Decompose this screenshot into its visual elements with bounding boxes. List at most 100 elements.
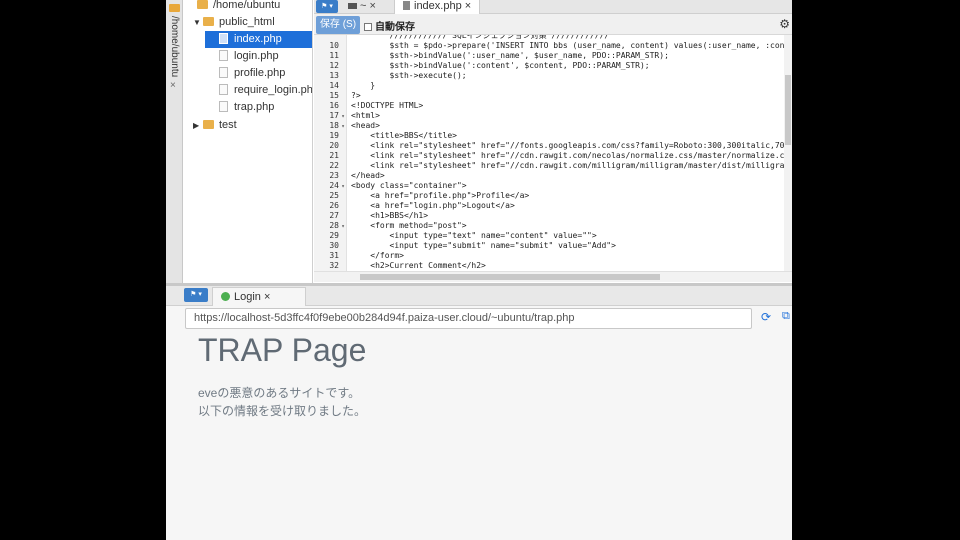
code-text: $sth->execute(); xyxy=(351,71,467,80)
code-text: <link rel="stylesheet" href="//cdn.rawgi… xyxy=(351,151,784,160)
folder-icon xyxy=(203,120,214,129)
line-number: 11 xyxy=(329,51,339,60)
folder-icon xyxy=(169,4,180,12)
line-number: 16 xyxy=(329,101,339,110)
code-line[interactable]: 16 <!DOCTYPE HTML> xyxy=(314,101,423,111)
code-text: </head> xyxy=(351,171,385,180)
ide-window: /home/ubuntu × /home/ubuntu ▼ public_html… xyxy=(166,0,792,540)
line-number: 12 xyxy=(329,61,339,70)
code-text: </form> xyxy=(351,251,404,260)
code-line[interactable]: 22 <link rel="stylesheet" href="//cdn.ra… xyxy=(314,161,784,171)
tree-file-login-php[interactable]: login.php xyxy=(219,48,279,65)
tab-terminal[interactable]: ~ × xyxy=(348,0,392,14)
code-line[interactable]: 29 <input type="text" name="content" val… xyxy=(314,231,597,241)
code-line[interactable]: 12 $sth->bindValue(':content', $content,… xyxy=(314,61,650,71)
code-line[interactable]: 15 ?> xyxy=(314,91,361,101)
folder-icon xyxy=(197,0,208,9)
horizontal-scrollbar[interactable] xyxy=(314,271,792,282)
code-line[interactable]: 24 ▾ <body class="container"> xyxy=(314,181,466,191)
code-editor-pane: ⚑ ▾ ~ × index.php × 保存 (S) 自動保存 ⚙ //////… xyxy=(314,0,792,284)
sidebar-tab-label: /home/ubuntu xyxy=(169,16,180,78)
tree-folder-public-html[interactable]: ▼ public_html xyxy=(193,14,275,31)
file-tree: /home/ubuntu ▼ public_html index.php logi… xyxy=(183,0,313,284)
scroll-thumb[interactable] xyxy=(785,75,791,145)
sidebar-vertical-tab[interactable]: /home/ubuntu × xyxy=(166,0,183,284)
code-line[interactable]: 19 <title>BBS</title> xyxy=(314,131,457,141)
close-icon[interactable]: × xyxy=(264,291,270,303)
tree-file-index-php[interactable]: index.php xyxy=(205,31,312,48)
tree-folder-test[interactable]: ▶ test xyxy=(193,117,237,134)
code-text: <input type="text" name="content" value=… xyxy=(351,231,597,240)
terminal-icon xyxy=(348,3,357,9)
file-icon xyxy=(219,50,228,61)
code-line[interactable]: 21 <link rel="stylesheet" href="//cdn.ra… xyxy=(314,151,784,161)
page-title: TRAP Page xyxy=(198,332,367,368)
autosave-checkbox[interactable] xyxy=(364,23,372,31)
tree-file-trap-php[interactable]: trap.php xyxy=(219,99,274,116)
code-line[interactable]: 10 $sth = $pdo->prepare('INSERT INTO bbs… xyxy=(314,41,784,51)
code-area[interactable]: //////////// SQLインジェクション対策 ////////////1… xyxy=(314,35,784,271)
tree-file-require-login-php[interactable]: require_login.php xyxy=(219,82,312,99)
code-text: $sth->bindValue(':content', $content, PD… xyxy=(351,61,650,70)
code-line[interactable]: 23 </head> xyxy=(314,171,385,181)
line-number: 26 xyxy=(329,201,339,210)
close-icon[interactable]: × xyxy=(370,0,376,12)
file-icon xyxy=(219,67,228,78)
line-number: 25 xyxy=(329,191,339,200)
code-text: <a href="profile.php">Profile</a> xyxy=(351,191,530,200)
chevron-down-icon[interactable]: ▼ xyxy=(193,14,203,31)
chevron-right-icon[interactable]: ▶ xyxy=(193,117,203,134)
browser-tab-bar: ⚑ ▾ Login × xyxy=(166,286,792,306)
code-line[interactable]: 32 <h2>Current Comment</h2> xyxy=(314,261,486,271)
line-number: 30 xyxy=(329,241,339,250)
code-text: <h1>BBS</h1> xyxy=(351,211,429,220)
code-line[interactable]: 26 <a href="login.php">Logout</a> xyxy=(314,201,514,211)
scroll-thumb[interactable] xyxy=(360,274,660,280)
file-icon xyxy=(219,101,228,112)
code-line[interactable]: 13 $sth->execute(); xyxy=(314,71,467,81)
gear-icon[interactable]: ⚙ xyxy=(779,17,790,31)
autosave-toggle[interactable]: 自動保存 xyxy=(364,18,415,33)
code-text: <form method="post"> xyxy=(351,221,467,230)
reload-icon[interactable]: ⟳ xyxy=(761,310,771,324)
code-line[interactable]: 25 <a href="profile.php">Profile</a> xyxy=(314,191,529,201)
url-bar[interactable]: https://localhost-5d3ffc4f0f9ebe00b284d9… xyxy=(185,308,752,329)
code-line[interactable]: 20 <link rel="stylesheet" href="//fonts.… xyxy=(314,141,784,151)
page-text-line-1: eveの悪意のあるサイトです。 xyxy=(198,386,361,400)
code-line[interactable]: 11 $sth->bindValue(':user_name', $user_n… xyxy=(314,51,669,61)
browser-menu-button[interactable]: ⚑ ▾ xyxy=(184,288,208,302)
code-line[interactable]: 30 <input type="submit" name="submit" va… xyxy=(314,241,616,251)
code-line[interactable]: 17 ▾ <html> xyxy=(314,111,380,121)
line-number: 19 xyxy=(329,131,339,140)
save-button[interactable]: 保存 (S) xyxy=(316,16,360,34)
code-text: ?> xyxy=(351,91,361,100)
open-external-icon[interactable]: ⧉ xyxy=(782,310,790,323)
pane-menu-button[interactable]: ⚑ ▾ xyxy=(316,0,338,13)
page-text-line-2: 以下の情報を受け取りました。 xyxy=(198,404,367,418)
tab-login[interactable]: Login × xyxy=(212,287,306,306)
folder-icon xyxy=(203,17,214,26)
line-number: 17 xyxy=(329,111,339,120)
line-number: 18 xyxy=(329,121,339,130)
line-number: 28 xyxy=(329,221,339,230)
line-number: 22 xyxy=(329,161,339,170)
line-number: 10 xyxy=(329,41,339,50)
preview-browser: ⚑ ▾ Login × https://localhost-5d3ffc4f0f… xyxy=(166,286,792,540)
code-line[interactable]: 27 <h1>BBS</h1> xyxy=(314,211,428,221)
code-line[interactable]: 18 ▾ <head> xyxy=(314,121,380,131)
vertical-scrollbar[interactable] xyxy=(784,35,792,271)
file-icon xyxy=(219,84,228,95)
tree-file-profile-php[interactable]: profile.php xyxy=(219,65,285,82)
tree-root[interactable]: /home/ubuntu xyxy=(197,0,280,14)
line-number: 13 xyxy=(329,71,339,80)
code-line[interactable]: 28 ▾ <form method="post"> xyxy=(314,221,467,231)
close-icon[interactable]: × xyxy=(170,80,176,91)
close-icon[interactable]: × xyxy=(465,0,471,12)
file-icon xyxy=(403,1,410,10)
tab-index-php[interactable]: index.php × xyxy=(394,0,480,14)
line-number: 24 xyxy=(329,181,339,190)
code-line[interactable]: 31 </form> xyxy=(314,251,404,261)
code-line[interactable]: 14 } xyxy=(314,81,375,91)
code-text: <link rel="stylesheet" href="//fonts.goo… xyxy=(370,141,784,150)
file-icon xyxy=(219,33,228,44)
